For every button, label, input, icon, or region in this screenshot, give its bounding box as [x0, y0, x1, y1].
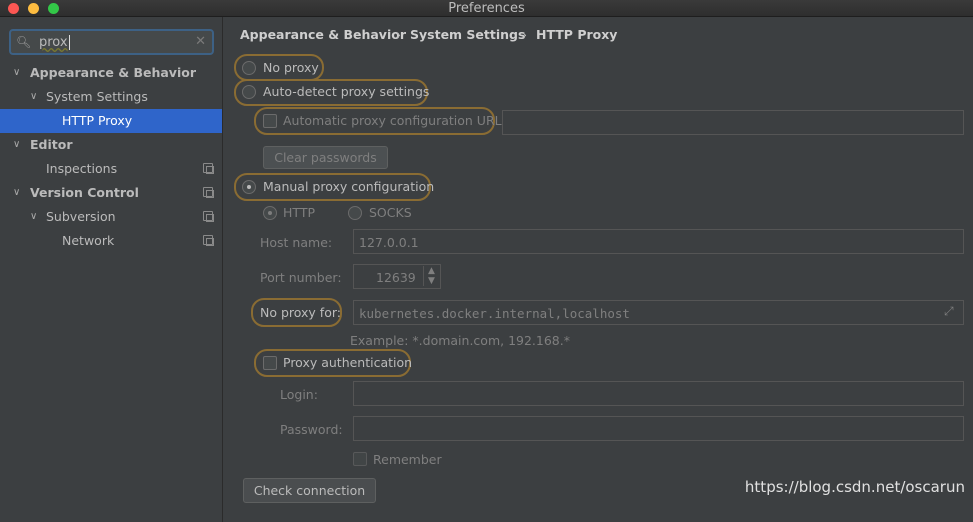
chevron-down-icon[interactable]: ∨	[30, 205, 37, 229]
no-proxy-radio[interactable]	[242, 61, 256, 75]
chevron-down-icon[interactable]: ∨	[30, 85, 37, 109]
host-name-label: Host name:	[260, 235, 333, 250]
tree-item-http-proxy[interactable]: HTTP Proxy	[0, 109, 222, 133]
watermark-text: https://blog.csdn.net/oscarun	[744, 478, 965, 496]
manual-proxy-radio[interactable]	[242, 180, 256, 194]
no-proxy-label[interactable]: No proxy	[263, 60, 319, 75]
port-number-label: Port number:	[260, 270, 342, 285]
tree-item-network[interactable]: Network	[0, 229, 222, 253]
search-input[interactable]: 🔍︎ prox ✕	[9, 29, 214, 55]
project-settings-icon	[203, 187, 214, 198]
password-label: Password:	[280, 422, 343, 437]
example-hint: Example: *.domain.com, 192.168.*	[350, 333, 570, 348]
tree-item-subversion[interactable]: ∨ Subversion	[0, 205, 222, 229]
tree-item-system-settings[interactable]: ∨ System Settings	[0, 85, 222, 109]
chevron-down-icon[interactable]: ∨	[13, 61, 20, 85]
tree-item-label: Editor	[30, 137, 73, 152]
breadcrumb-separator-icon: ›	[396, 27, 401, 42]
search-icon[interactable]: 🔍︎	[16, 35, 31, 49]
auto-detect-radio[interactable]	[242, 85, 256, 99]
expand-icon[interactable]: ⤢	[944, 304, 954, 319]
tree-item-label: Appearance & Behavior	[30, 65, 196, 80]
settings-content: Appearance & Behavior › System Settings …	[224, 17, 973, 522]
title-bar: Preferences	[0, 0, 973, 17]
project-settings-icon	[203, 163, 214, 174]
proxy-auth-checkbox[interactable]	[263, 356, 277, 370]
check-connection-button[interactable]: Check connection	[243, 478, 376, 503]
proxy-auth-label[interactable]: Proxy authentication	[283, 355, 412, 370]
auto-config-url-input[interactable]	[502, 110, 964, 135]
breadcrumb-system-settings[interactable]: System Settings	[410, 27, 525, 42]
password-input[interactable]	[353, 416, 964, 441]
spinner-arrows-icon[interactable]: ▲ ▼	[423, 266, 435, 286]
tree-item-label: HTTP Proxy	[62, 113, 133, 128]
breadcrumb-separator-icon: ›	[522, 27, 527, 42]
no-proxy-for-label: No proxy for:	[260, 305, 341, 320]
search-value: prox	[39, 35, 70, 50]
window-title: Preferences	[448, 1, 525, 16]
auto-config-url-checkbox[interactable]	[263, 114, 277, 128]
project-settings-icon	[203, 211, 214, 222]
host-name-value: 127.0.0.1	[359, 235, 419, 250]
tree-item-appearance-behavior[interactable]: ∨ Appearance & Behavior	[0, 61, 222, 85]
tree-item-label: System Settings	[46, 89, 148, 104]
remember-label[interactable]: Remember	[373, 452, 442, 467]
settings-sidebar: 🔍︎ prox ✕ ∨ Appearance & Behavior ∨ Syst…	[0, 17, 223, 522]
socks-label[interactable]: SOCKS	[369, 205, 412, 220]
login-label: Login:	[280, 387, 318, 402]
tree-item-label: Inspections	[46, 161, 118, 176]
socks-radio[interactable]	[348, 206, 362, 220]
host-name-input[interactable]: 127.0.0.1	[353, 229, 964, 254]
port-number-input[interactable]: 12639 ▲ ▼	[353, 264, 441, 289]
auto-detect-label[interactable]: Auto-detect proxy settings	[263, 84, 429, 99]
no-proxy-for-input[interactable]: kubernetes.docker.internal,localhost ⤢	[353, 300, 964, 325]
login-input[interactable]	[353, 381, 964, 406]
auto-config-url-label[interactable]: Automatic proxy configuration URL:	[283, 113, 506, 128]
tree-item-editor[interactable]: ∨ Editor	[0, 133, 222, 157]
breadcrumb-appearance-behavior[interactable]: Appearance & Behavior	[240, 27, 406, 42]
http-radio[interactable]	[263, 206, 277, 220]
breadcrumb-http-proxy: HTTP Proxy	[536, 27, 618, 42]
tree-item-label: Version Control	[30, 185, 139, 200]
http-label[interactable]: HTTP	[283, 205, 315, 220]
chevron-down-icon[interactable]: ∨	[13, 133, 20, 157]
port-number-value: 12639	[376, 270, 416, 285]
manual-proxy-label[interactable]: Manual proxy configuration	[263, 179, 434, 194]
tree-item-label: Subversion	[46, 209, 116, 224]
tree-item-label: Network	[62, 233, 115, 248]
clear-passwords-button[interactable]: Clear passwords	[263, 146, 388, 169]
remember-checkbox[interactable]	[353, 452, 367, 466]
clear-search-icon[interactable]: ✕	[195, 34, 206, 49]
project-settings-icon	[203, 235, 214, 246]
tree-item-inspections[interactable]: Inspections	[0, 157, 222, 181]
no-proxy-for-value: kubernetes.docker.internal,localhost	[359, 306, 630, 321]
chevron-down-icon[interactable]: ∨	[13, 181, 20, 205]
tree-item-version-control[interactable]: ∨ Version Control	[0, 181, 222, 205]
